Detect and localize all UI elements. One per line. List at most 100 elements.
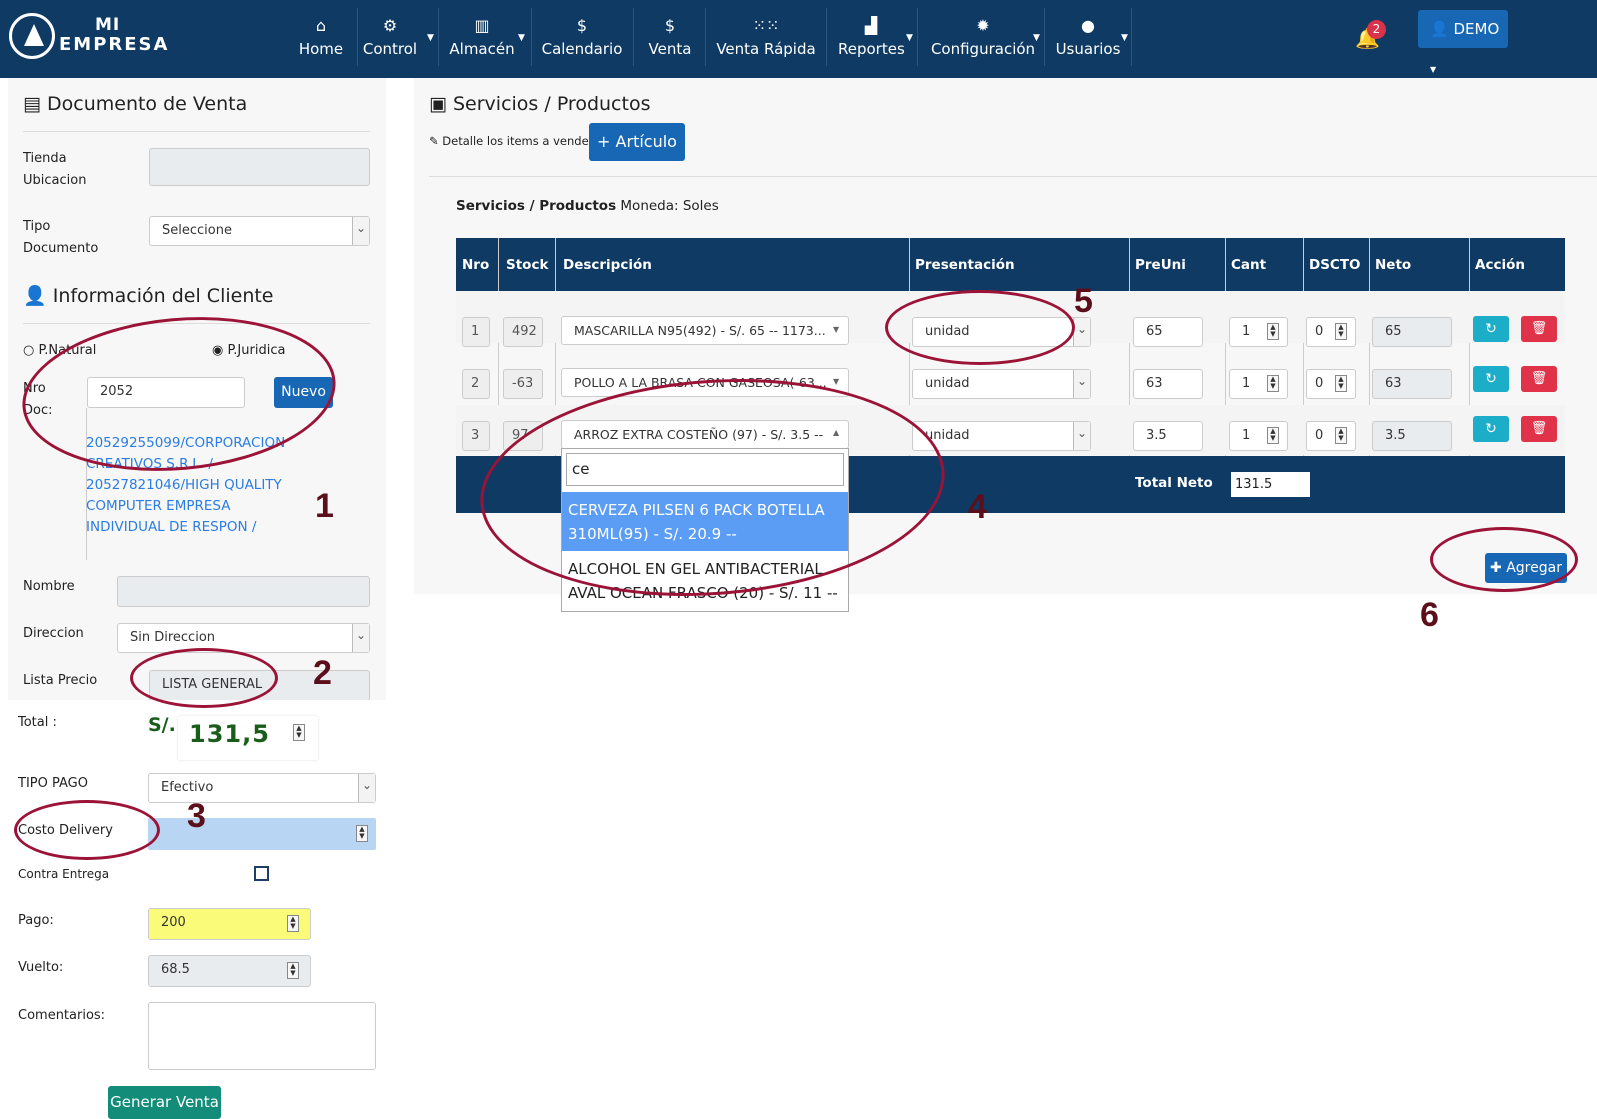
caret-down-icon: ▼ xyxy=(833,377,840,386)
refresh-icon[interactable]: ↻ xyxy=(1473,316,1509,342)
contra-entrega-checkbox[interactable] xyxy=(254,866,269,881)
col-descripcion: Descripción xyxy=(563,256,652,274)
cogs-icon: ⚙ xyxy=(382,16,398,35)
row-preuni-input[interactable]: 63 xyxy=(1133,369,1203,399)
row-nro: 2 xyxy=(462,369,490,399)
total-label: Total : xyxy=(18,715,57,730)
nav-home[interactable]: ⌂ Home xyxy=(293,6,349,68)
direccion-label: Direccion xyxy=(23,626,84,641)
total-neto-value: 131.5 xyxy=(1231,472,1310,497)
user-icon: ● xyxy=(1081,16,1095,35)
trash-icon[interactable]: 🗑 xyxy=(1521,416,1557,442)
contra-entrega-label: Contra Entrega xyxy=(18,867,110,881)
dollar-icon: $ xyxy=(576,16,588,35)
annotation-number: 5 xyxy=(1074,282,1093,320)
nav-control[interactable]: ⚙ Control xyxy=(362,6,418,68)
row-stock: -63 xyxy=(503,369,543,399)
nav-venta[interactable]: $ Venta xyxy=(645,6,695,68)
col-preuni: PreUni xyxy=(1135,256,1186,274)
col-dscto: DSCTO xyxy=(1309,256,1361,274)
row-dscto-input[interactable]: 0 ▲ ▼ xyxy=(1306,369,1356,399)
nav-almacen[interactable]: ▥ Almacén xyxy=(447,6,517,68)
row-stock: 492 xyxy=(503,317,543,347)
copy-icon: ▣ xyxy=(429,93,447,115)
nav-usuarios[interactable]: ● Usuarios xyxy=(1055,6,1121,68)
col-accion: Acción xyxy=(1475,256,1525,274)
user-menu-button[interactable]: 👤 DEMO ▼ xyxy=(1418,10,1508,74)
servicios-title: ▣ Servicios / Productos xyxy=(429,93,651,115)
refresh-icon[interactable]: ↻ xyxy=(1473,366,1509,392)
annotation-circle xyxy=(14,800,160,860)
user-icon: 👤 xyxy=(23,285,47,307)
gear-icon: ✹ xyxy=(976,16,990,35)
row-descripcion-select[interactable]: MASCARILLA N95(492) - S/. 65 -- 1173... xyxy=(561,316,849,345)
edit-icon: ✎ xyxy=(429,134,439,148)
building-icon: ▥ xyxy=(474,16,490,35)
row-cant-input[interactable]: 1 ▲ ▼ xyxy=(1229,369,1288,399)
user-icon: 👤 xyxy=(1430,20,1449,38)
add-articulo-button[interactable]: + Artículo xyxy=(589,123,685,161)
annotation-circle xyxy=(130,648,278,708)
lista-precio-label: Lista Precio xyxy=(23,673,98,688)
doc-title: ▤ Documento de Venta xyxy=(23,93,248,115)
comentarios-label: Comentarios: xyxy=(18,1008,106,1023)
col-presentacion: Presentación xyxy=(915,256,1015,274)
tipo-documento-select[interactable]: Seleccione xyxy=(149,216,370,246)
trash-icon[interactable]: 🗑 xyxy=(1521,366,1557,392)
row-preuni-input[interactable]: 65 xyxy=(1133,317,1203,347)
row-cant-input[interactable]: 1 ▲ ▼ xyxy=(1229,421,1288,451)
pago-label: Pago: xyxy=(18,913,54,928)
annotation-number: 2 xyxy=(313,654,332,692)
annotation-number: 4 xyxy=(968,488,987,526)
annotation-number: 3 xyxy=(187,797,206,835)
brand-line1: MI xyxy=(95,15,121,35)
col-cant: Cant xyxy=(1231,256,1267,274)
top-navbar: MI EMPRESA ⌂ Home ⚙ Control ▼ ▥ Almacén ▼ $… xyxy=(0,0,1597,78)
nav-configuracion[interactable]: ✹ Configuración xyxy=(930,6,1036,68)
tipo-pago-label: TIPO PAGO xyxy=(18,776,88,791)
nav-reportes[interactable]: ▟ Reportes xyxy=(838,6,905,68)
brand-logo-icon[interactable] xyxy=(9,13,55,59)
grid-icon: ⁙⁙ xyxy=(752,16,780,35)
tienda-label: Tienda Ubicacion xyxy=(23,151,87,188)
brand-line2: EMPRESA xyxy=(59,34,170,55)
total-neto-label: Total Neto xyxy=(1135,475,1213,491)
tipo-pago-select[interactable]: Efectivo xyxy=(148,773,376,803)
suggestion-item[interactable]: 20527821046/HIGH QUALITY COMPUTER EMPRES… xyxy=(86,475,286,538)
annotation-circle xyxy=(1430,527,1578,592)
radio-icon: ○ xyxy=(23,343,35,358)
col-stock: Stock xyxy=(506,256,549,274)
row-cant-input[interactable]: 1 ▲ ▼ xyxy=(1229,317,1288,347)
refresh-icon[interactable]: ↻ xyxy=(1473,416,1509,442)
chart-icon: ▟ xyxy=(864,16,878,35)
nav-calendario[interactable]: $ Calendario xyxy=(541,6,623,68)
direccion-select[interactable]: Sin Direccion xyxy=(117,623,370,653)
spinner-icon[interactable]: ▲ ▼ xyxy=(293,724,305,741)
nombre-label: Nombre xyxy=(23,579,75,594)
col-nro: Nro xyxy=(462,256,490,274)
tienda-input[interactable] xyxy=(149,148,370,186)
col-neto: Neto xyxy=(1375,256,1412,274)
row-neto: 3.5 xyxy=(1372,421,1452,451)
row-dscto-input[interactable]: 0 ▲ ▼ xyxy=(1306,317,1356,347)
currency-symbol: S/. xyxy=(148,714,176,736)
row-presentacion-select[interactable]: unidad xyxy=(912,369,1091,399)
annotation-number: 1 xyxy=(315,487,334,525)
trash-icon[interactable]: 🗑 xyxy=(1521,316,1557,342)
row-presentacion-select[interactable]: unidad xyxy=(912,421,1091,451)
nav-venta-rapida[interactable]: ⁙⁙ Venta Rápida xyxy=(716,6,816,68)
annotation-circle xyxy=(885,290,1075,365)
tipo-documento-label: Tipo Documento xyxy=(23,219,99,256)
row-neto: 63 xyxy=(1372,369,1452,399)
comentarios-textarea[interactable] xyxy=(148,1002,376,1070)
row-nro: 3 xyxy=(462,421,490,451)
detalle-label: ✎ Detalle los items a vender xyxy=(429,134,594,148)
delivery-input[interactable]: ▲ ▼ xyxy=(148,818,376,850)
vuelto-label: Vuelto: xyxy=(18,960,64,975)
row-preuni-input[interactable]: 3.5 xyxy=(1133,421,1203,451)
section-header: Servicios / Productos Moneda: Soles xyxy=(456,198,719,214)
row-dscto-input[interactable]: 0 ▲ ▼ xyxy=(1306,421,1356,451)
nombre-input[interactable] xyxy=(117,576,370,607)
home-icon: ⌂ xyxy=(315,16,327,35)
generar-venta-button[interactable]: Generar Venta xyxy=(108,1086,221,1119)
